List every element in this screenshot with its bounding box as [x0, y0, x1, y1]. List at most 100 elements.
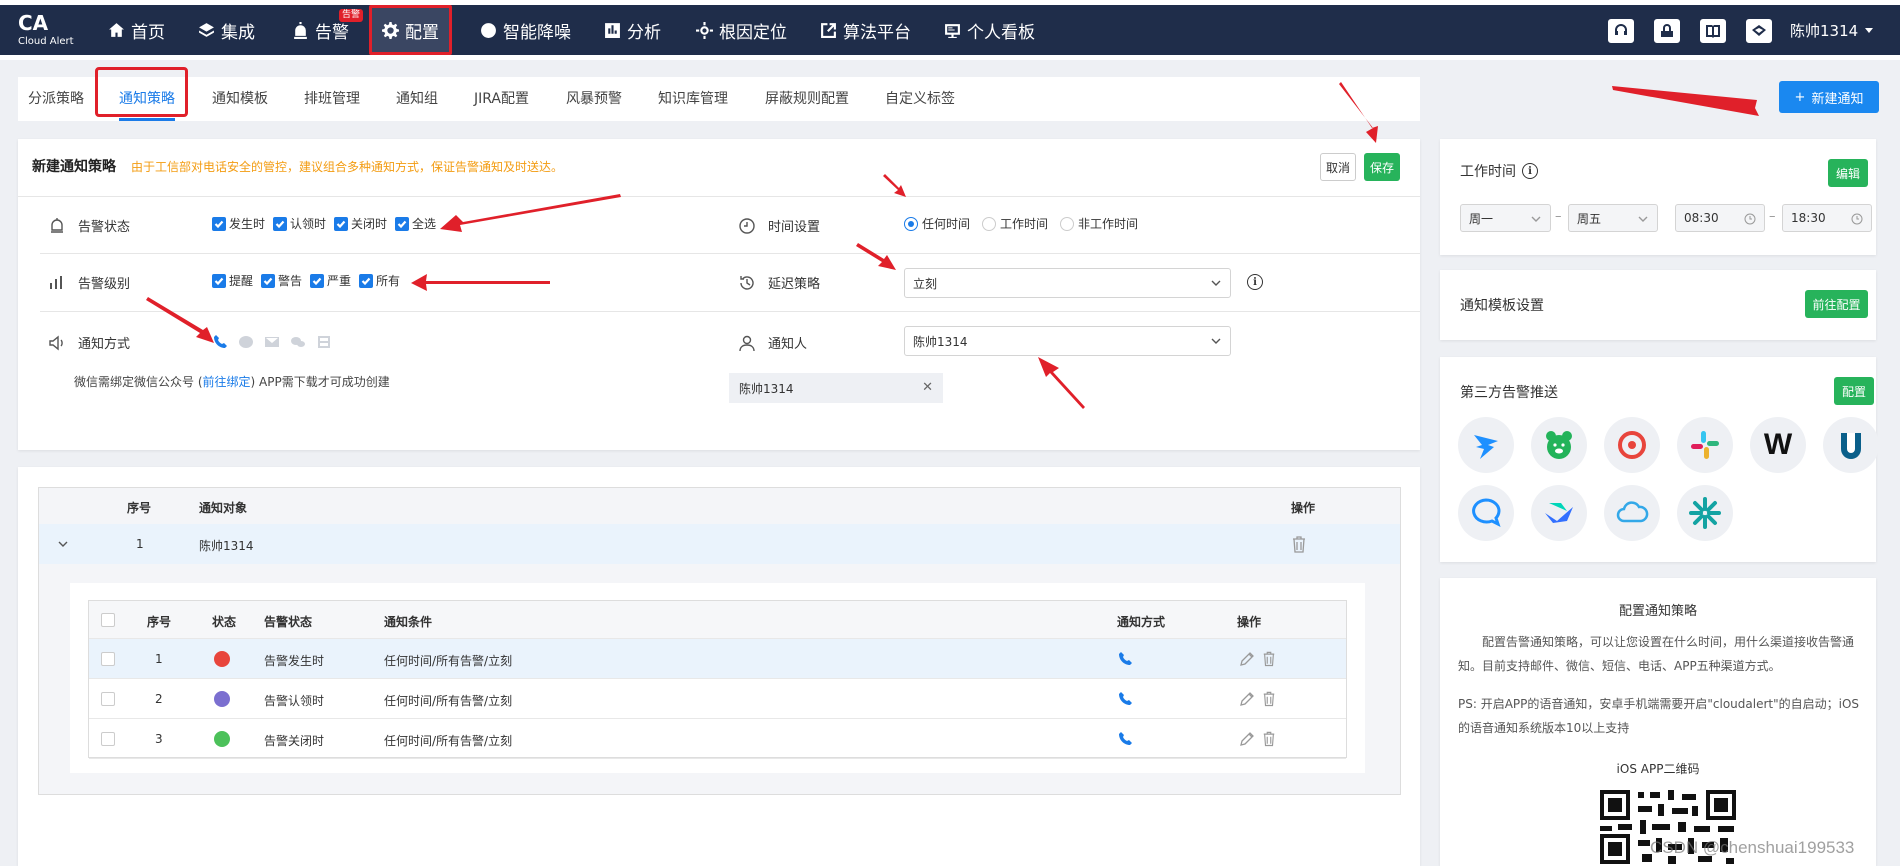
- slack-icon[interactable]: [1677, 417, 1733, 473]
- nav-root-cause[interactable]: 根因定位: [686, 5, 797, 55]
- row-checkbox[interactable]: [101, 732, 115, 746]
- tab-custom-labels[interactable]: 自定义标签: [885, 77, 955, 121]
- checkbox-close[interactable]: 关闭时: [334, 215, 387, 232]
- tab-knowledge-base[interactable]: 知识库管理: [658, 77, 728, 121]
- chevron-down-icon: [1638, 216, 1648, 222]
- dingtalk-icon[interactable]: [1458, 417, 1514, 473]
- support-button[interactable]: [1654, 19, 1680, 43]
- brand-logo[interactable]: CA Cloud Alert: [18, 13, 74, 47]
- phone-icon[interactable]: [212, 334, 228, 350]
- nav-dashboard[interactable]: 个人看板: [934, 5, 1045, 55]
- nav-alarm[interactable]: 告警 告警: [282, 5, 363, 55]
- table-row[interactable]: 2 告警认领时 任何时间/所有告警/立刻: [89, 679, 1346, 719]
- arrow-new-notification: [1612, 86, 1759, 116]
- clock-icon: [1851, 213, 1863, 225]
- wechat-icon[interactable]: [290, 334, 306, 350]
- nav-home[interactable]: 首页: [98, 5, 175, 55]
- chat-bubble-icon[interactable]: [1458, 485, 1514, 541]
- watermark: CSDN @chenshuai199533: [1650, 838, 1855, 857]
- radio-any-time[interactable]: 任何时间: [904, 215, 970, 232]
- trash-icon[interactable]: [1262, 650, 1276, 667]
- bind-wechat-link[interactable]: 前往绑定: [203, 375, 251, 389]
- cloud-icon[interactable]: [1604, 485, 1660, 541]
- radio-non-work-time[interactable]: 非工作时间: [1060, 215, 1138, 232]
- checkbox-critical[interactable]: 严重: [310, 272, 351, 289]
- row-checkbox[interactable]: [101, 692, 115, 706]
- edit-icon[interactable]: [1239, 691, 1255, 707]
- checkbox-claim[interactable]: 认领时: [273, 215, 326, 232]
- tab-notification-group[interactable]: 通知组: [396, 77, 438, 121]
- col-actions: 操作: [1291, 501, 1316, 515]
- edit-work-time-button[interactable]: 编辑: [1828, 159, 1868, 187]
- chevron-down-icon[interactable]: [57, 538, 69, 550]
- home-icon: [109, 22, 124, 37]
- nav-noise-reduction[interactable]: 智能降噪: [470, 5, 581, 55]
- nav-config[interactable]: 配置: [369, 5, 452, 55]
- notifier-select[interactable]: 陈帅1314: [904, 326, 1231, 356]
- nav-analysis[interactable]: 分析: [594, 5, 671, 55]
- info-icon[interactable]: i: [1247, 274, 1263, 290]
- checkbox-occur[interactable]: 发生时: [212, 215, 265, 232]
- radio-off-icon: [982, 216, 997, 231]
- time-to-input[interactable]: 18:30: [1782, 204, 1872, 232]
- select-all-checkbox[interactable]: [101, 613, 115, 627]
- feishu-icon[interactable]: [1531, 485, 1587, 541]
- table-row[interactable]: 1 陈帅1314: [39, 524, 1400, 564]
- checkbox-warning[interactable]: 警告: [261, 272, 302, 289]
- nav-integration[interactable]: 集成: [188, 5, 265, 55]
- nav-alarm-badge: 告警: [338, 9, 363, 22]
- plus-icon: +: [1794, 89, 1806, 105]
- radio-work-time[interactable]: 工作时间: [982, 215, 1048, 232]
- notify-method-icons: [212, 334, 332, 350]
- table-row[interactable]: 3 告警关闭时 任何时间/所有告警/立刻: [89, 719, 1346, 759]
- starburst-icon[interactable]: [1677, 485, 1733, 541]
- time-from-input[interactable]: 08:30: [1675, 204, 1765, 232]
- tab-notification-template[interactable]: 通知模板: [212, 77, 268, 121]
- tab-jira-config[interactable]: JIRA配置: [474, 77, 529, 121]
- info-icon[interactable]: i: [1522, 163, 1538, 179]
- theme-button[interactable]: [1608, 19, 1634, 43]
- cancel-button[interactable]: 取消: [1320, 153, 1356, 181]
- nav-algorithm[interactable]: 算法平台: [810, 5, 921, 55]
- row-condition: 任何时间/所有告警/立刻: [384, 734, 513, 748]
- layers-button[interactable]: [1746, 19, 1772, 43]
- range-separator: –: [1555, 209, 1562, 224]
- app-icon[interactable]: [316, 334, 332, 350]
- row-checkbox[interactable]: [101, 652, 115, 666]
- checkbox-all-levels[interactable]: 所有: [359, 272, 400, 289]
- user-menu[interactable]: 陈帅1314: [1790, 5, 1874, 55]
- bear-icon[interactable]: [1531, 417, 1587, 473]
- close-icon[interactable]: ✕: [922, 380, 933, 395]
- delay-policy-select[interactable]: 立刻: [904, 268, 1231, 298]
- sms-icon[interactable]: [238, 334, 254, 350]
- tab-mask-rules[interactable]: 屏蔽规则配置: [765, 77, 849, 121]
- divider: [40, 311, 730, 312]
- new-notification-button[interactable]: + 新建通知: [1779, 81, 1879, 113]
- tab-dispatch-policy[interactable]: 分派策略: [28, 77, 84, 121]
- save-button[interactable]: 保存: [1364, 153, 1400, 181]
- trash-icon[interactable]: [1291, 535, 1307, 553]
- edit-icon[interactable]: [1239, 651, 1255, 667]
- checkbox-select-all[interactable]: 全选: [395, 215, 436, 232]
- docs-button[interactable]: [1700, 19, 1726, 43]
- table-row[interactable]: 1 告警发生时 任何时间/所有告警/立刻: [89, 639, 1346, 679]
- tab-schedule[interactable]: 排班管理: [304, 77, 360, 121]
- day-to-select[interactable]: 周五: [1568, 204, 1658, 232]
- edit-icon[interactable]: [1239, 731, 1255, 747]
- email-icon[interactable]: [264, 334, 280, 350]
- checkbox-remind[interactable]: 提醒: [212, 272, 253, 289]
- trash-icon[interactable]: [1262, 730, 1276, 747]
- algorithm-icon: [821, 22, 836, 38]
- trash-icon[interactable]: [1262, 690, 1276, 707]
- u-logo-icon[interactable]: [1823, 417, 1879, 473]
- grafana-icon[interactable]: [1604, 417, 1660, 473]
- gear-icon: [382, 21, 399, 39]
- third-party-config-button[interactable]: 配置: [1834, 377, 1874, 405]
- go-config-button[interactable]: 前往配置: [1805, 290, 1868, 318]
- tab-storm-warning[interactable]: 风暴预警: [566, 77, 622, 121]
- day-from-select[interactable]: 周一: [1460, 204, 1551, 232]
- row-status: 告警关闭时: [264, 734, 325, 748]
- check-icon: [261, 273, 276, 288]
- col-condition: 通知条件: [384, 615, 433, 629]
- wordpress-icon[interactable]: W: [1750, 417, 1806, 473]
